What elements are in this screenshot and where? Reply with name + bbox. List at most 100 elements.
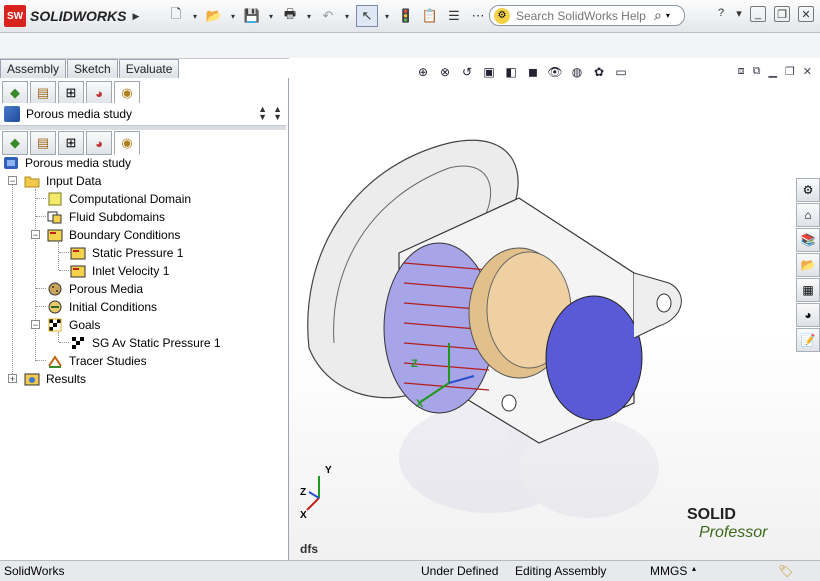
configuration-manager-tab-icon-2[interactable]: ⊞ <box>58 131 84 155</box>
open-dropdown-icon[interactable]: ▾ <box>228 6 238 26</box>
reference-triad <box>306 476 320 511</box>
goals-checkered-flag-icon <box>47 318 63 332</box>
tree-item-sg-goal[interactable]: SG Av Static Pressure 1 <box>70 334 221 351</box>
close-icon[interactable]: ✕ <box>798 6 814 22</box>
tree-item-input-data[interactable]: Input Data <box>24 172 101 189</box>
help-icon[interactable]: ? <box>714 6 728 20</box>
tree-item-initial-conditions[interactable]: Initial Conditions <box>47 298 157 315</box>
tree-item-static-pressure[interactable]: Static Pressure 1 <box>70 244 183 261</box>
appearances-icon[interactable]: ◕ <box>796 303 820 327</box>
collapse-icon[interactable]: − <box>31 230 40 240</box>
collapse-icon[interactable]: − <box>31 320 40 330</box>
title-bar: SW SOLIDWORKS ▶ 🗋 ▾ 📂 ▾ 💾 ▾ 🖶 ▾ ↶ ▾ ↖ ▾ … <box>0 0 820 33</box>
tag-icon[interactable]: 🏷 <box>778 564 793 578</box>
select-pointer-icon[interactable]: ↖ <box>356 5 378 27</box>
display-manager-tab-icon-2[interactable]: ◕ <box>86 131 112 155</box>
property-manager-tab-icon-2[interactable]: ▤ <box>30 131 56 155</box>
tree-label-inlet-velocity: Inlet Velocity 1 <box>92 263 170 278</box>
solidworks-help-icon: ⚙ <box>494 7 510 24</box>
design-library-icon[interactable]: 📚 <box>796 228 820 252</box>
menu-arrow-icon[interactable]: ▶ <box>132 11 139 22</box>
solidworks-wordmark: SOLIDWORKS <box>30 8 127 24</box>
tab-assembly[interactable]: Assembly <box>0 59 67 78</box>
solidworks-logo[interactable]: SW SOLIDWORKS ▶ <box>4 5 139 27</box>
units-dropdown-icon[interactable]: ▴ <box>692 564 696 573</box>
search-icon[interactable]: ⌕ <box>654 7 662 24</box>
tree-label-goals: Goals <box>69 317 101 332</box>
custom-properties-icon[interactable]: 📝 <box>796 328 820 352</box>
tree-item-computational-domain[interactable]: Computational Domain <box>47 190 191 207</box>
new-dropdown-icon[interactable]: ▾ <box>190 6 200 26</box>
solidworks-resources-icon[interactable]: ⚙ <box>796 178 820 202</box>
undo-dropdown-icon[interactable]: ▾ <box>342 6 352 26</box>
tree-label-porous-media: Porous Media <box>69 281 144 296</box>
tree-item-boundary-conditions[interactable]: Boundary Conditions <box>47 226 180 243</box>
tree-line <box>59 342 69 343</box>
tree-label-boundary-conditions: Boundary Conditions <box>69 227 181 242</box>
tree-line <box>36 360 46 361</box>
restore-icon[interactable]: ❐ <box>774 6 790 22</box>
save-icon[interactable]: 💾 <box>242 6 262 26</box>
solidworks-logo-icon: SW <box>4 5 26 27</box>
print-dropdown-icon[interactable]: ▾ <box>304 6 314 26</box>
tree-item-results[interactable]: Results <box>24 370 86 387</box>
tab-evaluate[interactable]: Evaluate <box>118 59 180 78</box>
search-box[interactable]: ⚙ ⌕ ▾ <box>489 5 685 26</box>
study-spinner[interactable]: ▲ ▼ ▲ ▼ <box>258 105 282 122</box>
expand-icon[interactable]: + <box>8 374 17 384</box>
undo-icon[interactable]: ↶ <box>318 6 338 26</box>
help-dropdown-icon[interactable]: ▾ <box>736 6 742 20</box>
tab-sketch[interactable]: Sketch <box>67 59 118 78</box>
collapse-icon[interactable]: − <box>8 176 17 186</box>
print-icon[interactable]: 🖶 <box>280 6 300 26</box>
display-manager-tab-icon[interactable]: ◕ <box>86 81 112 105</box>
options-icon[interactable]: ☰ <box>444 6 464 26</box>
tree-label-results: Results <box>46 371 87 386</box>
tree-label-fluid-subdomains: Fluid Subdomains <box>69 209 166 224</box>
tree-item-porous-media[interactable]: Porous Media <box>47 280 143 297</box>
computational-domain-icon <box>47 192 63 206</box>
tree-label-computational-domain: Computational Domain <box>69 191 192 206</box>
status-units[interactable]: MMGS <box>650 564 687 578</box>
feature-manager-tab-icon[interactable]: ◆ <box>2 81 28 105</box>
status-bar: SolidWorks Under Defined Editing Assembl… <box>0 560 820 581</box>
search-dropdown-icon[interactable]: ▾ <box>666 11 670 20</box>
tree-item-tracer-studies[interactable]: Tracer Studies <box>47 352 147 369</box>
graphics-area[interactable]: ⊕ ⊗ ↺ ▣ ◧ ◼ 👁 ◍ ✿ ▭ ⧈ ⧉ ▁ ❐ ✕ Y Z X Z X … <box>289 58 820 560</box>
tree-label-initial-conditions: Initial Conditions <box>69 299 158 314</box>
tree-item-goals[interactable]: Goals <box>47 316 100 333</box>
solid-professor-watermark: SOLID Professor <box>687 506 767 542</box>
configuration-manager-tab-icon[interactable]: ⊞ <box>58 81 84 105</box>
triad-y-label: Y <box>325 465 332 476</box>
open-folder-icon[interactable]: 📂 <box>204 6 224 26</box>
command-tabs: Assembly Sketch Evaluate <box>0 58 288 78</box>
rebuild-traffic-light-icon[interactable]: 🚦 <box>396 6 416 26</box>
property-manager-tab-icon[interactable]: ▤ <box>30 81 56 105</box>
tree-line <box>36 306 46 307</box>
tree-item-root[interactable]: Porous media study <box>3 154 131 171</box>
flow-simulation-tab-icon[interactable]: ◉ <box>114 81 140 105</box>
study-selector[interactable]: Porous media study ▲ ▼ ▲ ▼ <box>0 103 286 126</box>
file-explorer-icon[interactable]: 📂 <box>796 253 820 277</box>
triad-z-label: Z <box>300 487 307 498</box>
tree-item-fluid-subdomains[interactable]: Fluid Subdomains <box>47 208 165 225</box>
select-dropdown-icon[interactable]: ▾ <box>382 6 392 26</box>
standard-toolbar: 🗋 ▾ 📂 ▾ 💾 ▾ 🖶 ▾ ↶ ▾ ↖ ▾ 🚦 📋 ☰ ⋯ <box>166 5 488 27</box>
outlet-lid <box>545 295 643 421</box>
minimize-icon[interactable]: _ <box>750 6 766 22</box>
folder-open-icon <box>24 174 40 188</box>
feature-manager-tab-icon-2[interactable]: ◆ <box>2 131 28 155</box>
view-palette-icon[interactable]: ▦ <box>796 278 820 302</box>
tree-label-sg-goal: SG Av Static Pressure 1 <box>92 335 221 350</box>
save-dropdown-icon[interactable]: ▾ <box>266 6 276 26</box>
home-icon[interactable]: ⌂ <box>796 203 820 227</box>
search-input[interactable] <box>514 7 648 24</box>
pane-splitter[interactable] <box>0 126 286 130</box>
flow-simulation-tab-icon-2[interactable]: ◉ <box>114 131 140 155</box>
inlet-velocity-icon <box>70 264 86 278</box>
more-commands-icon[interactable]: ⋯ <box>468 6 488 26</box>
new-document-icon[interactable]: 🗋 <box>166 6 186 26</box>
tree-item-inlet-velocity[interactable]: Inlet Velocity 1 <box>70 262 169 279</box>
window-controls: ? ▾ _ ❐ ✕ <box>714 6 814 22</box>
file-properties-icon[interactable]: 📋 <box>420 6 440 26</box>
